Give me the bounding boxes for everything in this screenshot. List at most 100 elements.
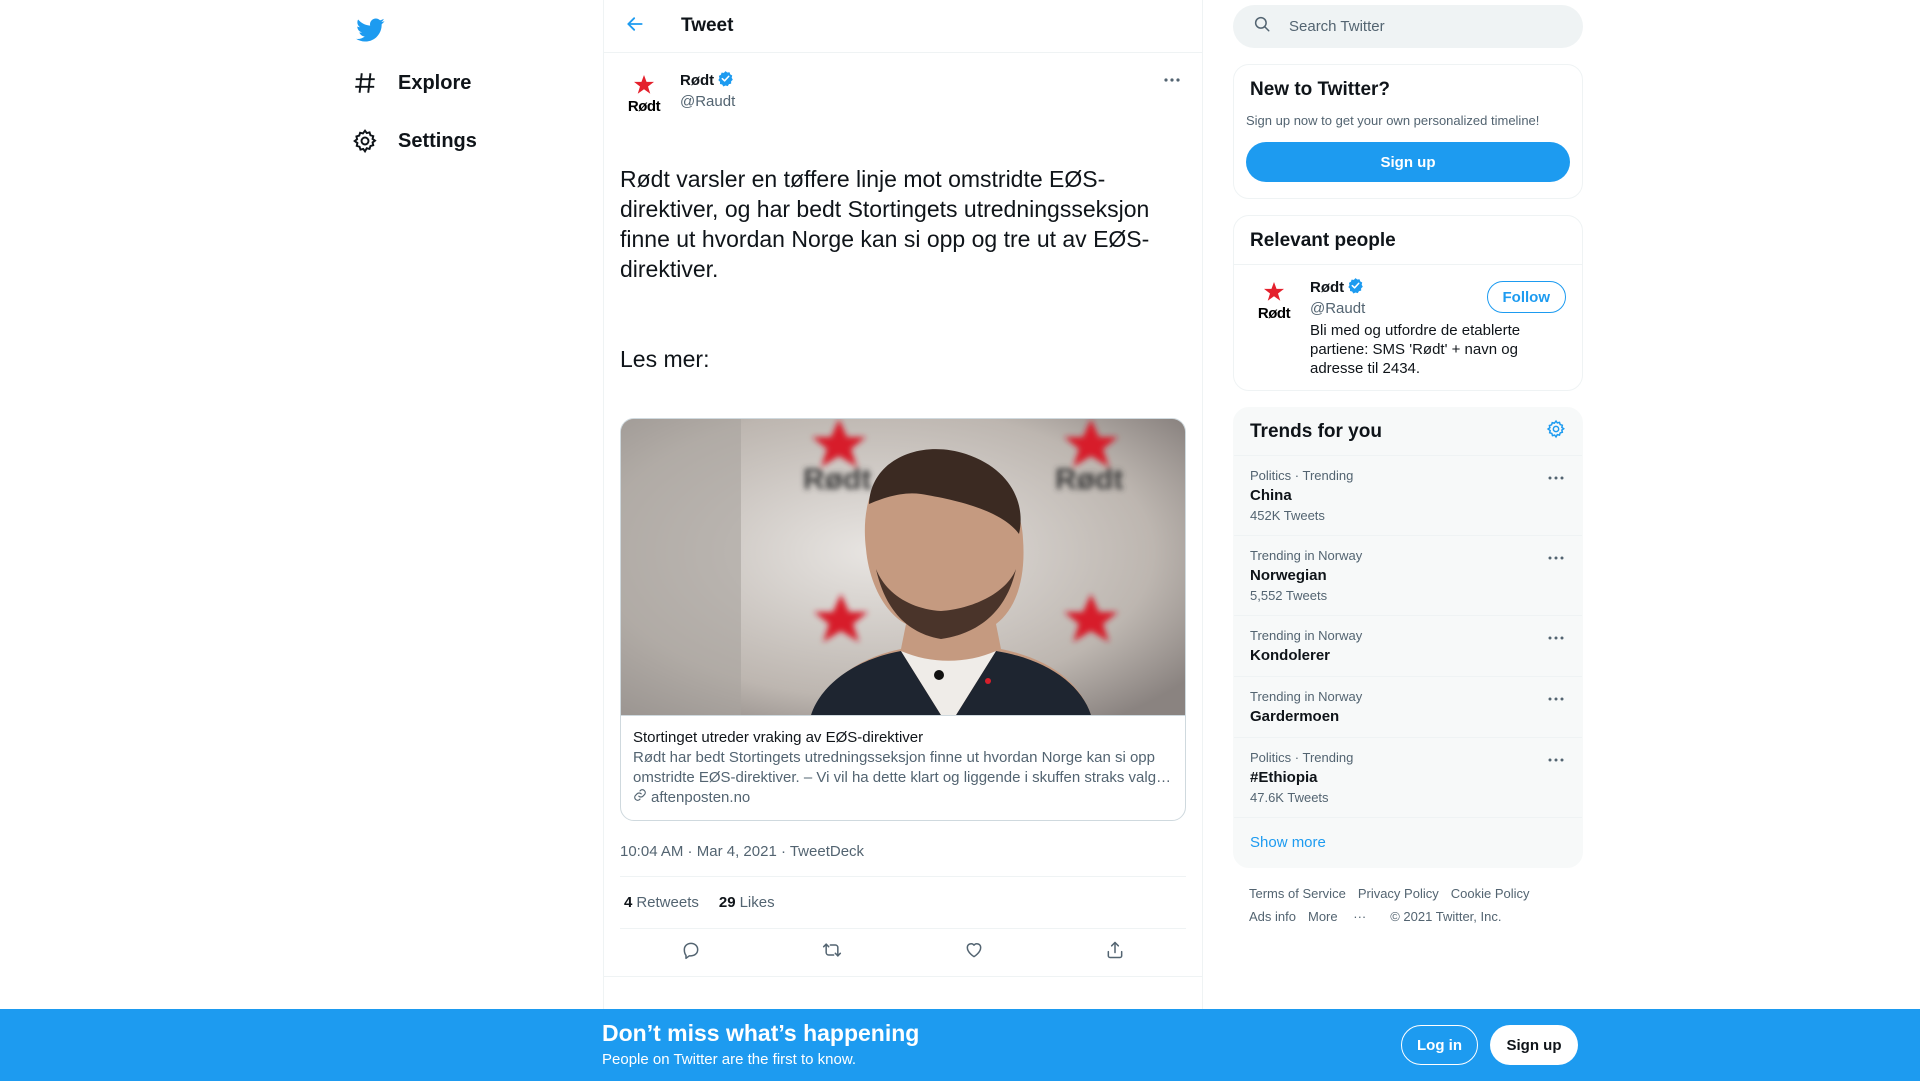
gear-icon (1546, 419, 1566, 443)
back-button[interactable] (615, 6, 655, 46)
tweet-time: 10:04 AM (620, 843, 684, 860)
tweet-stats: 4 Retweets 29 Likes (620, 877, 1186, 929)
trend-name: Kondolerer (1250, 647, 1331, 664)
card-image-logo-text: Rødt (1055, 463, 1123, 496)
trend-context: Politics · Trending (1250, 750, 1354, 765)
author-name[interactable]: Rødt (680, 70, 735, 91)
banner-title: Don’t miss what’s happening (602, 1020, 920, 1046)
likes-count: 29 (718, 894, 736, 911)
trend-item[interactable]: Trending in Norway Kondolerer (1234, 616, 1582, 677)
footer-terms-link[interactable]: Terms of Service (1249, 886, 1346, 901)
like-icon (964, 940, 984, 965)
trend-count: 5,552 Tweets (1250, 588, 1328, 603)
person-name-text: Rødt (1310, 279, 1345, 296)
tweet-text: Rødt varsler en tøffere linje mot omstri… (620, 134, 1186, 404)
more-icon (1548, 688, 1564, 706)
card-domain: aftenposten.no (633, 788, 1173, 808)
page-title: Tweet (681, 15, 734, 36)
retweet-icon (821, 940, 843, 965)
retweets-stat[interactable]: 4 Retweets (624, 894, 699, 911)
banner-subtitle: People on Twitter are the first to know. (602, 1051, 857, 1068)
tweet-more-button[interactable] (1158, 69, 1186, 89)
link-icon (633, 788, 647, 808)
trend-more-button[interactable] (1546, 628, 1566, 644)
nav-explore[interactable]: Explore (350, 58, 471, 108)
trends-header: Trends for you (1234, 408, 1582, 456)
trend-item[interactable]: Trending in Norway Norwegian 5,552 Tweet… (1234, 536, 1582, 616)
trend-item[interactable]: Trending in Norway Gardermoen (1234, 677, 1582, 738)
nav-explore-label: Explore (398, 71, 472, 94)
likes-stat[interactable]: 29 Likes (719, 894, 775, 911)
more-icon (1548, 547, 1564, 565)
trends-settings-button[interactable] (1546, 419, 1566, 444)
footer-links: Terms of Service Privacy Policy Cookie Pol… (1233, 868, 1583, 928)
footer-more-label: More (1307, 909, 1338, 924)
trends-panel: Trends for you Politics · Trending China… (1233, 407, 1583, 868)
search-input[interactable] (1289, 18, 1539, 35)
gear-icon (350, 126, 380, 156)
trend-context: Politics · Trending (1250, 468, 1354, 483)
footer-privacy-link[interactable]: Privacy Policy (1358, 886, 1439, 901)
new-to-twitter-panel: New to Twitter? Sign up now to get your … (1233, 64, 1583, 199)
signup-button[interactable]: Sign up (1490, 1025, 1578, 1065)
trend-name: Norwegian (1250, 567, 1327, 584)
trend-count: 47.6K Tweets (1250, 790, 1329, 805)
follow-button[interactable]: Follow (1486, 281, 1566, 313)
trend-count: 452K Tweets (1250, 508, 1325, 523)
red-star-icon (1263, 281, 1285, 307)
card-description: Rødt har bedt Stortingets utredningsseks… (633, 749, 1172, 786)
trend-more-button[interactable] (1546, 689, 1566, 705)
avatar[interactable]: Rødt (1250, 277, 1298, 325)
trend-name: #Ethiopia (1250, 769, 1318, 786)
retweet-button[interactable] (812, 933, 852, 973)
trend-context: Trending in Norway (1250, 548, 1363, 563)
footer-more-link[interactable]: More ··· (1308, 909, 1378, 924)
avatar-logo-text: Rødt (1257, 304, 1291, 322)
link-card[interactable]: Rødt Rødt Stortinget utreder vraking av … (620, 418, 1186, 821)
footer-copyright: © 2021 Twitter, Inc. (1390, 909, 1502, 924)
trend-item[interactable]: Politics · Trending #Ethiopia 47.6K Twee… (1234, 738, 1582, 818)
show-more-link[interactable]: Show more (1234, 818, 1582, 867)
red-star-icon (633, 74, 655, 100)
reply-button[interactable] (671, 933, 711, 973)
trend-context: Trending in Norway (1250, 628, 1363, 643)
relevant-people-title: Relevant people (1234, 216, 1582, 265)
tweet-time-link[interactable]: 10:04 AM · Mar 4, 2021 (620, 843, 777, 860)
more-icon: ··· (1353, 909, 1367, 924)
trend-more-button[interactable] (1546, 750, 1566, 766)
relevant-people-panel: Relevant people Rødt Rødt @Raudt Bli med… (1233, 215, 1583, 391)
twitter-logo-icon[interactable] (350, 10, 390, 50)
footer-cookie-link[interactable]: Cookie Policy (1451, 886, 1530, 901)
search-box[interactable] (1233, 5, 1583, 48)
main-header: Tweet (604, 0, 1202, 53)
tweet-author: Rødt Rødt @Raudt (620, 53, 1186, 118)
author-handle[interactable]: @Raudt (680, 93, 735, 110)
avatar[interactable]: Rødt (620, 70, 668, 118)
footer-ads-link[interactable]: Ads info (1249, 909, 1296, 924)
trend-more-button[interactable] (1546, 468, 1566, 484)
trend-item[interactable]: Politics · Trending China 452K Tweets (1234, 456, 1582, 536)
tweet-source[interactable]: TweetDeck (790, 843, 864, 860)
right-sidebar: New to Twitter? Sign up now to get your … (1233, 0, 1583, 928)
trend-name: Gardermoen (1250, 708, 1340, 725)
like-button[interactable] (954, 933, 994, 973)
tweet-actions (604, 929, 1202, 977)
relevant-person[interactable]: Rødt Rødt @Raudt Bli med og utfordre de … (1234, 265, 1582, 390)
card-image-logo-text: Rødt (803, 463, 871, 496)
verified-icon (717, 70, 734, 91)
share-button[interactable] (1095, 933, 1135, 973)
main-column: Tweet Rødt Rødt @Raudt Rødt varsler en t… (603, 0, 1203, 1009)
card-title: Stortinget utreder vraking av EØS-direkt… (633, 729, 924, 746)
share-icon (1105, 940, 1125, 965)
tweet: Rødt Rødt @Raudt Rødt varsler en tøffere… (604, 53, 1202, 977)
login-button[interactable]: Log in (1401, 1025, 1478, 1065)
card-domain-text: aftenposten.no (651, 789, 751, 806)
trend-more-button[interactable] (1546, 548, 1566, 564)
retweets-count: 4 (624, 894, 633, 911)
more-icon (1163, 70, 1181, 88)
sidebar-signup-button[interactable]: Sign up (1246, 142, 1570, 182)
nav-settings[interactable]: Settings (350, 116, 477, 166)
more-icon (1548, 627, 1564, 645)
trend-name: China (1250, 487, 1292, 504)
likes-label: Likes (739, 894, 775, 911)
